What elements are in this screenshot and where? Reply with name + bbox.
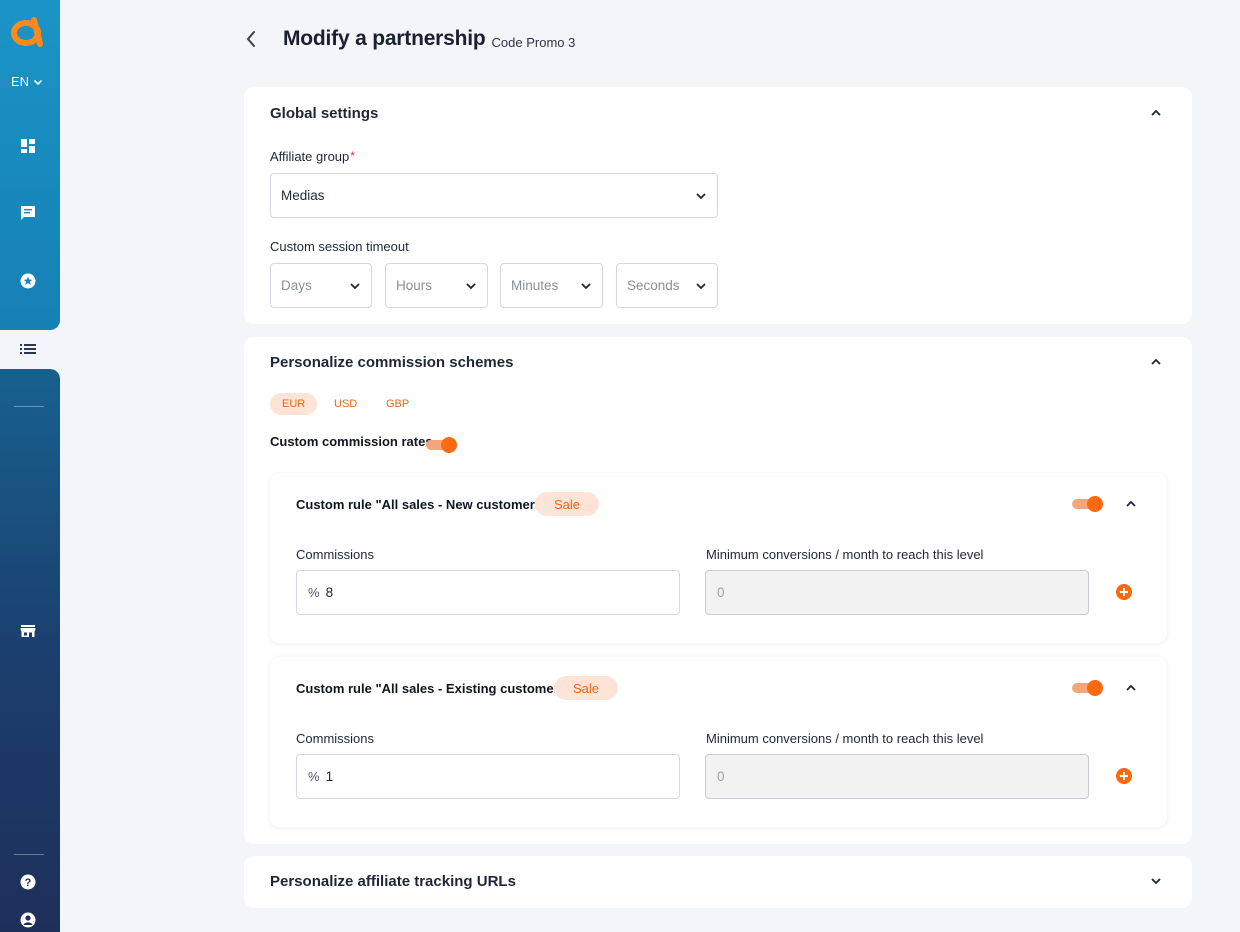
chevron-down-icon	[696, 282, 706, 289]
percent-unit: %	[308, 585, 320, 600]
list-icon[interactable]	[18, 339, 38, 359]
timeout-minutes-placeholder: Minutes	[511, 278, 559, 293]
timeout-hours-select[interactable]: Hours	[385, 263, 488, 308]
custom-rates-toggle[interactable]	[426, 436, 457, 454]
add-level-icon[interactable]	[1116, 768, 1132, 784]
timeout-days-placeholder: Days	[281, 278, 312, 293]
timeout-minutes-select[interactable]: Minutes	[500, 263, 603, 308]
min-conversions-label: Minimum conversions / month to reach thi…	[706, 731, 984, 746]
rule-type-badge: Sale	[554, 676, 619, 700]
commission-input[interactable]: % 1	[296, 754, 680, 799]
page-header: Modify a partnership Code Promo 3	[245, 24, 575, 54]
percent-unit: %	[308, 769, 320, 784]
rule-type-badge: Sale	[535, 492, 600, 516]
sidebar-divider	[14, 854, 44, 855]
chevron-up-icon[interactable]	[1150, 107, 1162, 119]
tracking-urls-card[interactable]: Personalize affiliate tracking URLs	[244, 856, 1192, 908]
custom-rule-card: Custom rule "All sales - New customers" …	[270, 473, 1167, 643]
page-subtitle: Code Promo 3	[491, 34, 576, 50]
min-conversions-input: 0	[705, 570, 1089, 615]
affiliate-group-label-text: Affiliate group	[270, 149, 350, 164]
help-icon[interactable]: ?	[18, 872, 38, 892]
section-title: Personalize commission schemes	[270, 354, 514, 371]
account-icon[interactable]	[18, 910, 38, 930]
commissions-label: Commissions	[296, 547, 375, 562]
section-title: Global settings	[270, 105, 379, 122]
add-level-icon[interactable]	[1116, 584, 1132, 600]
back-arrow-icon[interactable]	[245, 29, 265, 49]
min-conversions-input: 0	[705, 754, 1089, 799]
global-settings-card: Global settings Affiliate group* Medias …	[244, 87, 1192, 324]
chevron-down-icon	[581, 282, 591, 289]
toggle-knob	[441, 437, 457, 453]
language-selector[interactable]: EN	[11, 74, 43, 89]
chevron-up-icon[interactable]	[1125, 498, 1137, 510]
rule-title: Custom rule "All sales - Existing custom…	[296, 681, 573, 696]
star-badge-icon[interactable]	[18, 271, 38, 291]
store-icon[interactable]	[18, 621, 38, 641]
sidebar-bottom-section	[0, 369, 60, 932]
page-title: Modify a partnership	[283, 27, 486, 50]
toggle-knob	[1087, 680, 1103, 696]
svg-text:?: ?	[25, 877, 32, 889]
min-conversions-value: 0	[717, 585, 725, 600]
affiliate-group-label: Affiliate group*	[270, 149, 355, 164]
min-conversions-value: 0	[717, 769, 725, 784]
dashboard-icon[interactable]	[18, 136, 38, 156]
section-title: Personalize affiliate tracking URLs	[270, 873, 516, 890]
rule-enabled-toggle[interactable]	[1072, 679, 1103, 697]
rule-enabled-toggle[interactable]	[1072, 495, 1103, 513]
chevron-up-icon[interactable]	[1150, 356, 1162, 368]
currency-tab-usd[interactable]: USD	[322, 393, 369, 415]
custom-rule-card: Custom rule "All sales - Existing custom…	[270, 657, 1167, 827]
commission-schemes-card: Personalize commission schemes EUR USD G…	[244, 337, 1192, 844]
required-mark: *	[350, 149, 355, 163]
affiliate-group-value: Medias	[281, 188, 325, 203]
sidebar-divider	[14, 406, 44, 407]
min-conversions-label: Minimum conversions / month to reach thi…	[706, 547, 984, 562]
chevron-down-icon	[350, 282, 360, 289]
toggle-knob	[1087, 496, 1103, 512]
language-label: EN	[11, 74, 30, 89]
timeout-seconds-select[interactable]: Seconds	[616, 263, 718, 308]
brand-logo-icon[interactable]	[10, 14, 46, 48]
timeout-hours-placeholder: Hours	[396, 278, 433, 293]
chevron-down-icon	[696, 192, 706, 199]
chevron-up-icon[interactable]	[1125, 682, 1137, 694]
currency-tab-eur[interactable]: EUR	[270, 393, 318, 415]
session-timeout-label: Custom session timeout	[270, 239, 409, 254]
chevron-down-icon	[33, 79, 43, 85]
commissions-label: Commissions	[296, 731, 375, 746]
commission-value: 1	[325, 769, 334, 784]
custom-rates-label: Custom commission rates	[270, 434, 433, 449]
timeout-days-select[interactable]: Days	[270, 263, 372, 308]
sidebar: EN ?	[0, 0, 60, 932]
timeout-seconds-placeholder: Seconds	[627, 278, 680, 293]
currency-tab-gbp[interactable]: GBP	[374, 393, 421, 415]
chevron-down-icon	[466, 282, 476, 289]
commission-input[interactable]: % 8	[296, 570, 680, 615]
rule-title: Custom rule "All sales - New customers"	[296, 497, 549, 512]
commission-value: 8	[325, 585, 334, 600]
chevron-down-icon[interactable]	[1150, 875, 1162, 887]
affiliate-group-select[interactable]: Medias	[270, 173, 718, 218]
messages-icon[interactable]	[18, 203, 38, 223]
